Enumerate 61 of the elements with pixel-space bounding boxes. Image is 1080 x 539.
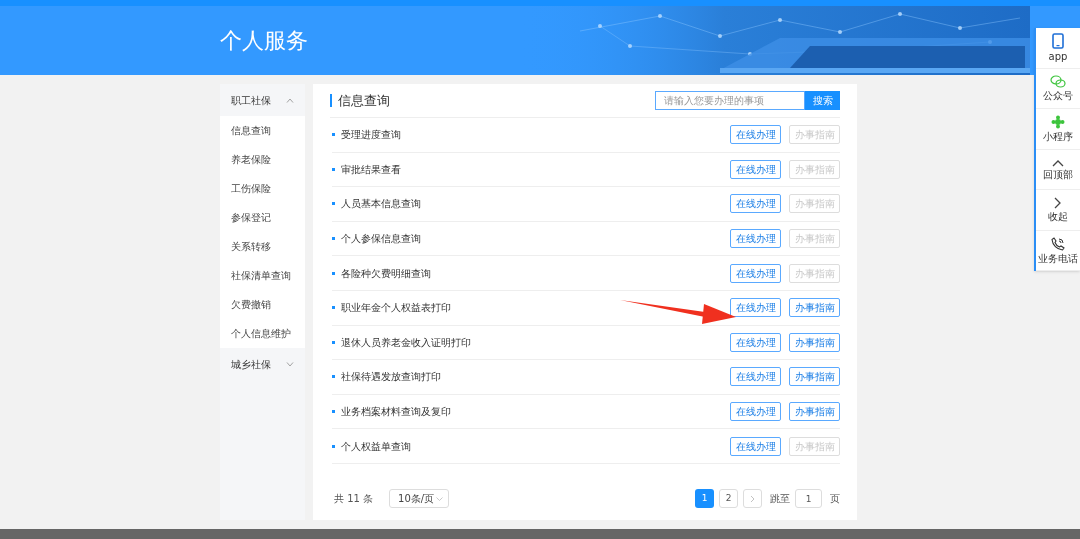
page-button[interactable]: 1 — [695, 489, 714, 508]
guide-button[interactable]: 办事指南 — [789, 367, 840, 387]
page-size-select[interactable]: 10条/页 — [389, 489, 450, 508]
jump-label: 跳至 — [770, 492, 790, 506]
chevron-right-icon — [1054, 197, 1062, 210]
sidebar-item[interactable]: 工伤保险 — [220, 174, 305, 203]
service-item-label: 各险种欠费明细查询 — [341, 266, 431, 281]
online-handle-button[interactable]: 在线办理 — [730, 263, 781, 283]
flower-icon — [1051, 115, 1065, 130]
sidebar-item[interactable]: 参保登记 — [220, 203, 305, 232]
online-handle-button[interactable]: 在线办理 — [730, 229, 781, 249]
phone-call-icon — [1051, 236, 1065, 251]
side-tool-button[interactable]: 公众号 — [1036, 68, 1080, 109]
search-button[interactable]: 搜索 — [805, 91, 840, 110]
page-title: 个人服务 — [220, 27, 308, 55]
service-item-label: 审批结果查看 — [341, 162, 401, 177]
online-handle-button[interactable]: 在线办理 — [730, 436, 781, 456]
service-item-label: 受理进度查询 — [341, 128, 401, 143]
chevron-right-icon — [750, 494, 755, 503]
chevron-up-icon — [1052, 158, 1064, 167]
next-page-button[interactable] — [743, 489, 762, 508]
page-button[interactable]: 2 — [719, 489, 738, 508]
page-unit: 页 — [830, 492, 840, 506]
side-tool-button[interactable]: 回顶部 — [1036, 149, 1080, 190]
search-field[interactable]: 请输入您要办理的事项 — [655, 91, 805, 110]
service-item-label: 社保待遇发放查询打印 — [341, 370, 441, 385]
chevron-up-icon — [286, 97, 294, 103]
service-item-label: 个人权益单查询 — [341, 439, 411, 454]
page-jump-field[interactable]: 1 — [795, 489, 822, 508]
online-handle-button[interactable]: 在线办理 — [730, 402, 781, 422]
phone-icon — [1052, 33, 1064, 50]
total-count: 共 11 条 — [334, 492, 374, 506]
sidebar-item[interactable]: 养老保险 — [220, 145, 305, 174]
sidebar-section-header[interactable]: 城乡社保 — [220, 348, 305, 380]
guide-button[interactable]: 办事指南 — [789, 298, 840, 318]
online-handle-button[interactable]: 在线办理 — [730, 332, 781, 352]
side-tool-button[interactable]: 收起 — [1036, 190, 1080, 231]
side-tool-button[interactable]: 小程序 — [1036, 109, 1080, 150]
sidebar-item[interactable]: 个人信息维护 — [220, 319, 305, 348]
chat-bubbles-icon — [1050, 75, 1066, 89]
side-tool-button[interactable]: 业务电话 — [1036, 230, 1080, 271]
guide-button[interactable]: 办事指南 — [789, 332, 840, 352]
service-item-label: 业务档案材料查询及复印 — [341, 405, 451, 420]
guide-button[interactable]: 办事指南 — [789, 402, 840, 422]
chevron-down-icon — [436, 496, 444, 501]
sidebar-item[interactable]: 信息查询 — [220, 116, 305, 145]
online-handle-button[interactable]: 在线办理 — [730, 367, 781, 387]
sidebar-section-header[interactable]: 职工社保 — [220, 84, 305, 116]
sidebar-item[interactable]: 社保清单查询 — [220, 261, 305, 290]
service-item-label: 人员基本信息查询 — [341, 197, 421, 212]
chevron-down-icon — [286, 361, 294, 367]
sidebar-item[interactable]: 关系转移 — [220, 232, 305, 261]
service-item-label: 退休人员养老金收入证明打印 — [341, 335, 471, 350]
online-handle-button[interactable]: 在线办理 — [730, 125, 781, 145]
panel-title: 信息查询 — [338, 91, 390, 110]
online-handle-button[interactable]: 在线办理 — [730, 159, 781, 179]
online-handle-button[interactable]: 在线办理 — [730, 194, 781, 214]
side-tool-button[interactable]: app — [1036, 28, 1080, 69]
service-item-label: 个人参保信息查询 — [341, 232, 421, 247]
service-item-label: 职业年金个人权益表打印 — [341, 301, 451, 316]
sidebar-item[interactable]: 欠费撤销 — [220, 290, 305, 319]
